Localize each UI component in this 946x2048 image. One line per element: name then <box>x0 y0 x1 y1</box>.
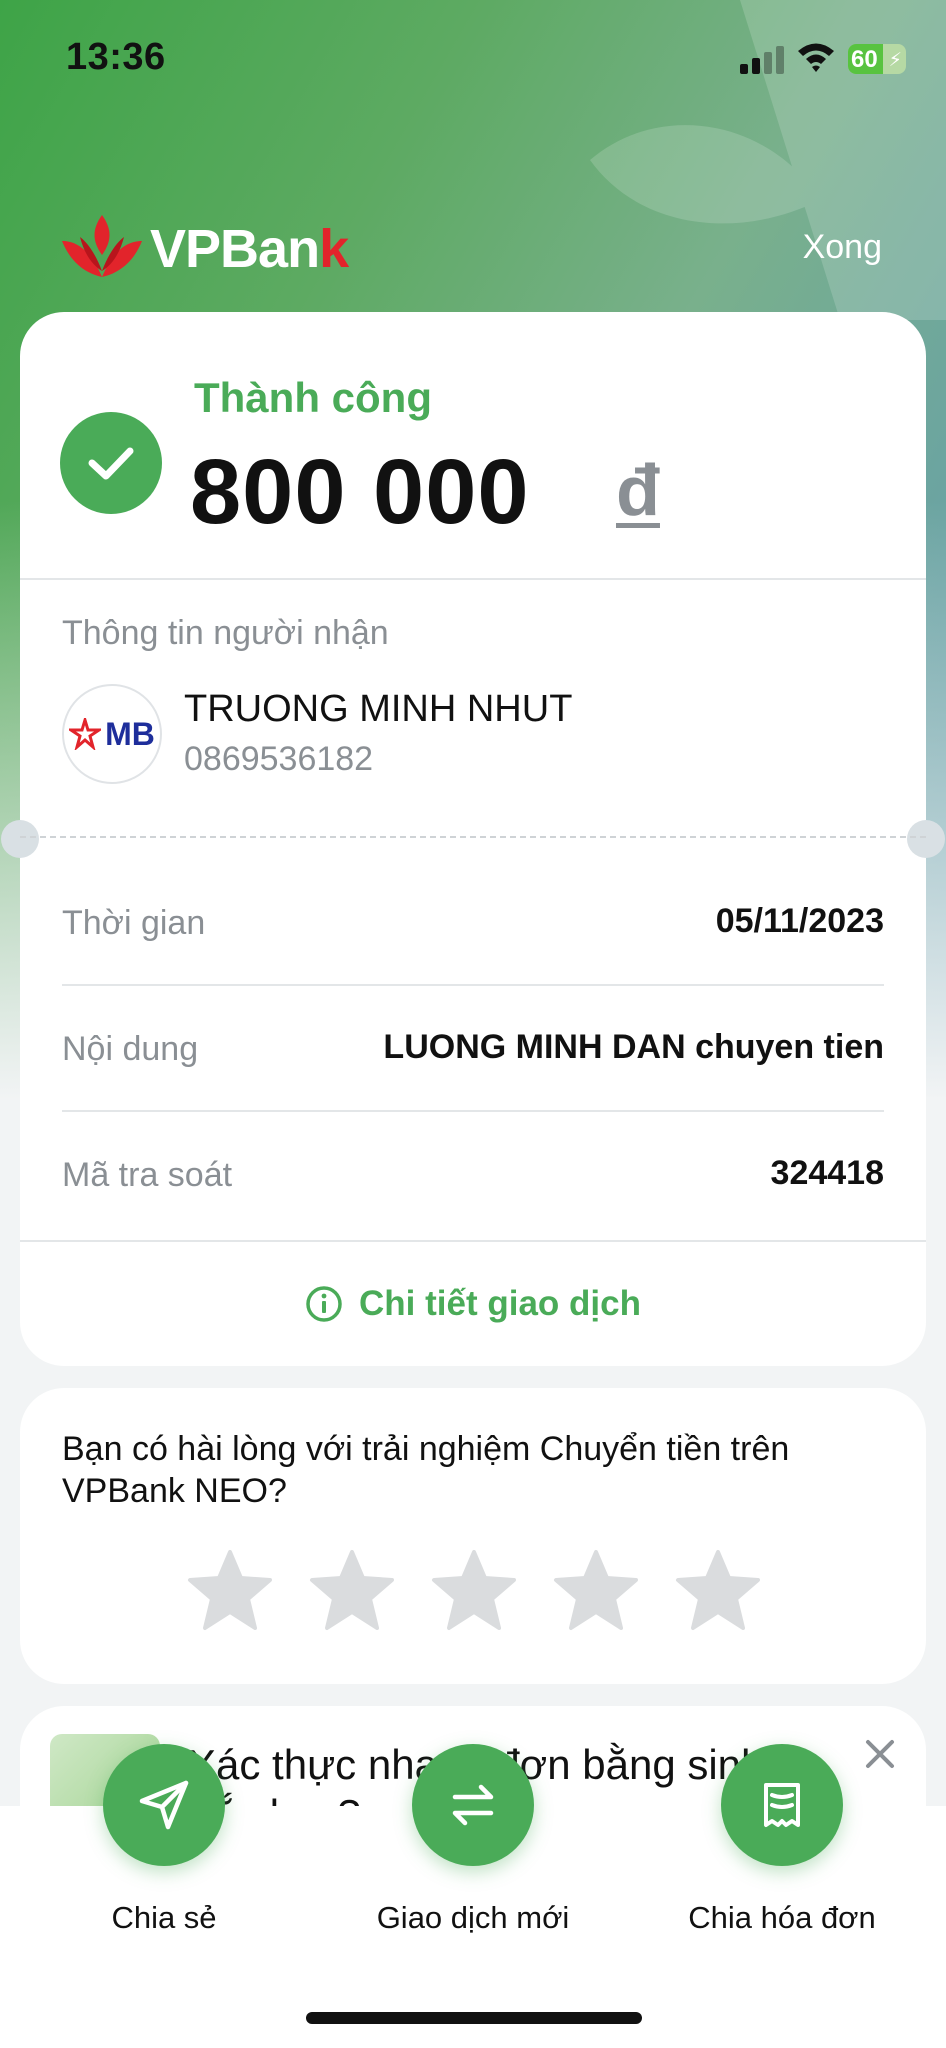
info-icon <box>306 1286 342 1322</box>
detail-row-time: Thời gian 05/11/2023 <box>62 860 884 986</box>
star-icon[interactable] <box>430 1548 518 1632</box>
recipient-section-title: Thông tin người nhận <box>62 614 389 652</box>
currency-symbol: đ <box>616 451 660 531</box>
battery-icon: 60 ⚡ <box>848 44 906 74</box>
vpbank-logo: VPBank <box>62 212 349 286</box>
split-bill-label: Chia hóa đơn <box>688 1900 876 1935</box>
share-button-circle <box>103 1744 225 1866</box>
ticket-notch-right <box>907 820 945 858</box>
detail-row-trace-code: Mã tra soát 324418 <box>62 1112 884 1238</box>
detail-value: 324418 <box>770 1154 884 1192</box>
vpbank-flower-icon <box>62 215 142 277</box>
send-icon <box>139 1780 189 1830</box>
detail-label: Mã tra soát <box>62 1156 233 1194</box>
charging-bolt-icon: ⚡ <box>888 50 902 71</box>
star-icon[interactable] <box>552 1548 640 1632</box>
split-bill-button[interactable]: Chia hóa đơn <box>672 1744 892 1936</box>
recipient-account: 0869536182 <box>184 740 374 778</box>
status-time: 13:36 <box>66 36 166 78</box>
receipt-icon <box>764 1783 800 1827</box>
new-transaction-button[interactable]: Giao dịch mới <box>363 1744 583 1936</box>
detail-value: 05/11/2023 <box>715 902 884 940</box>
transaction-details-label: Chi tiết giao dịch <box>359 1284 641 1323</box>
new-transaction-button-circle <box>412 1744 534 1866</box>
detail-label: Nội dung <box>62 1030 199 1068</box>
rating-card: Bạn có hài lòng với trải nghiệm Chuyển t… <box>20 1388 926 1684</box>
dashed-divider <box>20 836 926 838</box>
cellular-signal-icon <box>740 44 786 74</box>
star-rating <box>186 1548 762 1632</box>
split-bill-button-circle <box>721 1744 843 1866</box>
success-check-icon <box>60 412 162 514</box>
recipient-name: TRUONG MINH NHUT <box>184 688 573 730</box>
brand-name: VPBank <box>150 219 349 279</box>
detail-label: Thời gian <box>62 904 206 942</box>
detail-row-content: Nội dung LUONG MINH DAN chuyen tien <box>62 986 884 1112</box>
wifi-icon <box>798 43 834 72</box>
transaction-details-link[interactable]: Chi tiết giao dịch <box>20 1240 926 1366</box>
ticket-notch-left <box>1 820 39 858</box>
share-label: Chia sẻ <box>111 1900 217 1935</box>
star-icon[interactable] <box>308 1548 396 1632</box>
status-bar: 13:36 60 ⚡ <box>0 0 946 110</box>
swap-icon <box>452 1784 494 1826</box>
detail-value: LUONG MINH DAN chuyen tien <box>383 1028 884 1066</box>
new-transaction-label: Giao dịch mới <box>376 1900 570 1935</box>
star-icon[interactable] <box>674 1548 762 1632</box>
result-status: Thành công <box>194 374 432 421</box>
share-button[interactable]: Chia sẻ <box>54 1744 274 1936</box>
transfer-result-card: Thành công 800 000 đ Thông tin người nhậ… <box>1 312 945 1366</box>
rating-question: Bạn có hài lòng với trải nghiệm Chuyển t… <box>62 1430 790 1510</box>
mb-bank-logo: MB <box>62 684 162 784</box>
home-indicator[interactable] <box>306 2012 642 2024</box>
mb-star-icon <box>69 718 102 750</box>
battery-percent: 60 <box>851 46 878 73</box>
bank-code: MB <box>105 715 155 752</box>
result-summary: Thành công 800 000 đ <box>20 312 926 580</box>
done-button[interactable]: Xong <box>803 228 882 267</box>
star-icon[interactable] <box>186 1548 274 1632</box>
transfer-amount: 800 000 <box>190 441 530 543</box>
